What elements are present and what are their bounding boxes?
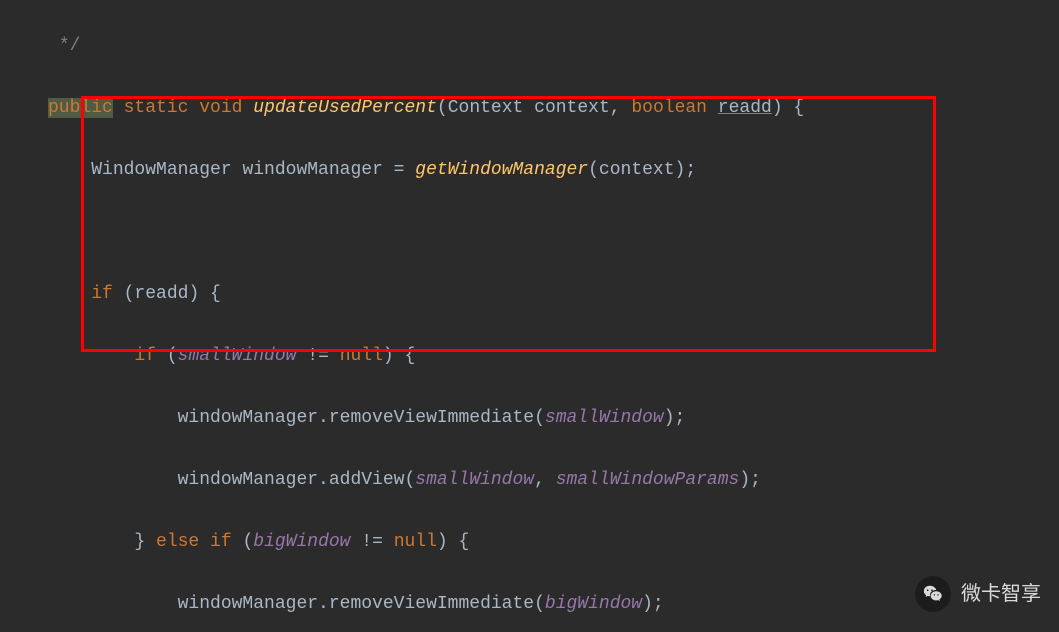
sig-close: ) {: [772, 98, 804, 118]
neq: !=: [350, 532, 393, 552]
code-line: */: [48, 31, 1059, 62]
wechat-icon: [915, 576, 951, 612]
code-line: windowManager.removeViewImmediate(smallW…: [48, 403, 1059, 434]
sig-open: (Context context: [437, 98, 610, 118]
watermark-text: 微卡智享: [961, 579, 1041, 610]
field-smallWindow: smallWindow: [545, 408, 664, 428]
brace: }: [134, 532, 156, 552]
keyword-if: if: [134, 346, 156, 366]
keyword-public: public: [48, 98, 113, 118]
field-smallWindow: smallWindow: [178, 346, 297, 366]
paren: (: [156, 346, 178, 366]
end: );: [739, 470, 761, 490]
method-name: updateUsedPercent: [253, 98, 437, 118]
keyword-void: void: [199, 98, 242, 118]
paren: (: [232, 532, 254, 552]
sig-comma: ,: [610, 98, 632, 118]
code-line: } else if (bigWindow != null) {: [48, 527, 1059, 558]
neq: !=: [296, 346, 339, 366]
code-line: windowManager.addView(smallWindow, small…: [48, 465, 1059, 496]
args: (context);: [588, 160, 696, 180]
code-line: windowManager.removeViewImmediate(bigWin…: [48, 589, 1059, 620]
field-smallWindow: smallWindow: [415, 470, 534, 490]
end: );: [642, 594, 664, 614]
call: windowManager.addView(: [178, 470, 416, 490]
comma: ,: [534, 470, 556, 490]
watermark: 微卡智享: [915, 576, 1041, 612]
code-editor[interactable]: */ public static void updateUsedPercent(…: [0, 0, 1059, 632]
call: windowManager.removeViewImmediate(: [178, 594, 545, 614]
field-bigWindow: bigWindow: [253, 532, 350, 552]
code-line: [48, 217, 1059, 248]
keyword-static: static: [124, 98, 189, 118]
keyword-null: null: [340, 346, 383, 366]
code-line: WindowManager windowManager = getWindowM…: [48, 155, 1059, 186]
field-bigWindow: bigWindow: [545, 594, 642, 614]
keyword-if: if: [91, 284, 113, 304]
end: );: [664, 408, 686, 428]
call: windowManager.removeViewImmediate(: [178, 408, 545, 428]
comment-end: */: [59, 36, 81, 56]
keyword-boolean: boolean: [631, 98, 707, 118]
param-readd: readd: [718, 98, 772, 118]
code-line: if (readd) {: [48, 279, 1059, 310]
code-line: if (smallWindow != null) {: [48, 341, 1059, 372]
brace: ) {: [437, 532, 469, 552]
keyword-elseif: else if: [156, 532, 232, 552]
cond: (readd) {: [113, 284, 221, 304]
decl: WindowManager windowManager =: [91, 160, 415, 180]
brace: ) {: [383, 346, 415, 366]
method-call: getWindowManager: [415, 160, 588, 180]
keyword-null: null: [394, 532, 437, 552]
field-smallWindowParams: smallWindowParams: [556, 470, 740, 490]
code-line: public static void updateUsedPercent(Con…: [48, 93, 1059, 124]
